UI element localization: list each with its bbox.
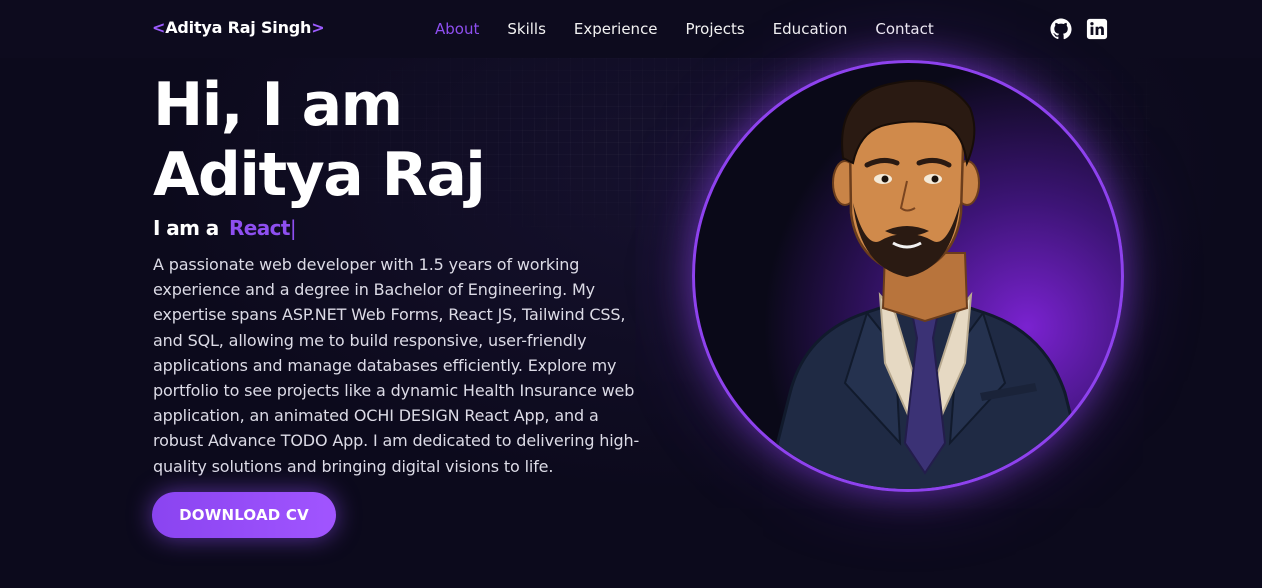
page: <Aditya Raj Singh> About Skills Experien… [0,0,1262,588]
brand-logo[interactable]: <Aditya Raj Singh> [152,18,325,37]
nav-link-skills[interactable]: Skills [507,20,546,38]
nav-link-projects[interactable]: Projects [686,20,745,38]
bio-paragraph: A passionate web developer with 1.5 year… [153,255,640,476]
typing-line: I am a React| [153,216,297,240]
nav-link-contact[interactable]: Contact [875,20,933,38]
download-cv-button[interactable]: DOWNLOAD CV [152,492,336,538]
avatar [692,60,1124,492]
hero-title-line-1: Hi, I am [153,70,403,140]
github-icon[interactable] [1050,18,1072,40]
brand-close-bracket: > [311,18,325,37]
hero-title-line-2: Aditya Raj [153,140,486,210]
typing-role: React [228,216,290,240]
nav-link-experience[interactable]: Experience [574,20,658,38]
brand-name: Aditya Raj Singh [165,18,312,37]
nav-link-about[interactable]: About [435,20,479,38]
linkedin-icon[interactable] [1086,18,1108,40]
hero-title: Hi, I am Aditya Raj [153,70,486,210]
typing-cursor: | [289,216,297,240]
avatar-illustration [764,79,1091,489]
typing-prefix: I am a [153,216,219,240]
brand-open-bracket: < [152,18,166,37]
navbar: <Aditya Raj Singh> About Skills Experien… [0,0,1262,58]
nav-link-education[interactable]: Education [773,20,848,38]
nav-links: About Skills Experience Projects Educati… [435,20,962,38]
